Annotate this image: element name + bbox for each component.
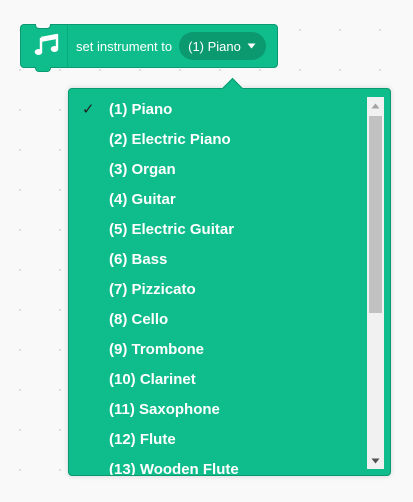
menu-scrollbar[interactable] bbox=[367, 97, 384, 469]
menu-item-label: (11) Saxophone bbox=[109, 401, 220, 418]
menu-item-label: (13) Wooden Flute bbox=[109, 461, 239, 475]
menu-item[interactable]: (4) Guitar bbox=[69, 185, 366, 215]
menu-item[interactable]: (12) Flute bbox=[69, 425, 366, 455]
menu-item-label: (5) Electric Guitar bbox=[109, 221, 235, 238]
instrument-menu-list: ✓ (1) Piano (2) Electric Piano (3) Organ (4)… bbox=[69, 95, 366, 475]
menu-item-label: (6) Bass bbox=[109, 251, 168, 268]
set-instrument-block[interactable]: set instrument to (1) Piano bbox=[20, 24, 278, 72]
menu-item[interactable]: ✓ (1) Piano bbox=[69, 95, 366, 125]
check-mark-icon: ✓ bbox=[82, 101, 95, 118]
menu-item-label: (12) Flute bbox=[109, 431, 176, 448]
music-notes-icon bbox=[29, 25, 67, 67]
menu-item-label: (7) Pizzicato bbox=[109, 281, 196, 298]
block-icon-divider bbox=[67, 24, 68, 68]
block-top-notch bbox=[35, 24, 51, 29]
menu-item[interactable]: (3) Organ bbox=[69, 155, 366, 185]
menu-item[interactable]: (5) Electric Guitar bbox=[69, 215, 366, 245]
scroll-down-arrow-icon bbox=[371, 458, 380, 463]
caret-down-icon bbox=[247, 43, 256, 49]
menu-item[interactable]: (11) Saxophone bbox=[69, 395, 366, 425]
block-bottom-tab bbox=[35, 67, 51, 72]
menu-item-label: (2) Electric Piano bbox=[109, 131, 231, 148]
scroll-down-button[interactable] bbox=[367, 452, 384, 469]
music-notes-icon-graphic bbox=[34, 33, 59, 55]
scroll-thumb[interactable] bbox=[369, 116, 382, 313]
menu-item[interactable]: (13) Wooden Flute bbox=[69, 455, 366, 475]
instrument-dropdown-value: (1) Piano bbox=[188, 38, 241, 54]
menu-item[interactable]: (7) Pizzicato bbox=[69, 275, 366, 305]
menu-item-label: (8) Cello bbox=[109, 311, 169, 328]
menu-item-label: (1) Piano bbox=[109, 101, 173, 118]
menu-item[interactable]: (6) Bass bbox=[69, 245, 366, 275]
menu-item[interactable]: (2) Electric Piano bbox=[69, 125, 366, 155]
menu-item-label: (10) Clarinet bbox=[109, 371, 196, 388]
scroll-up-button[interactable] bbox=[367, 97, 384, 114]
menu-item-label: (4) Guitar bbox=[109, 191, 176, 208]
scroll-up-arrow-icon bbox=[371, 103, 380, 108]
menu-item-label: (9) Trombone bbox=[109, 341, 205, 358]
menu-item[interactable]: (9) Trombone bbox=[69, 335, 366, 365]
block-label: set instrument to bbox=[76, 38, 173, 54]
instrument-dropdown-field[interactable]: (1) Piano bbox=[179, 32, 266, 60]
menu-item-label: (3) Organ bbox=[109, 161, 176, 178]
menu-item[interactable]: (8) Cello bbox=[69, 305, 366, 335]
menu-item[interactable]: (10) Clarinet bbox=[69, 365, 366, 395]
instrument-dropdown-menu: ✓ (1) Piano (2) Electric Piano (3) Organ (4)… bbox=[68, 88, 391, 476]
